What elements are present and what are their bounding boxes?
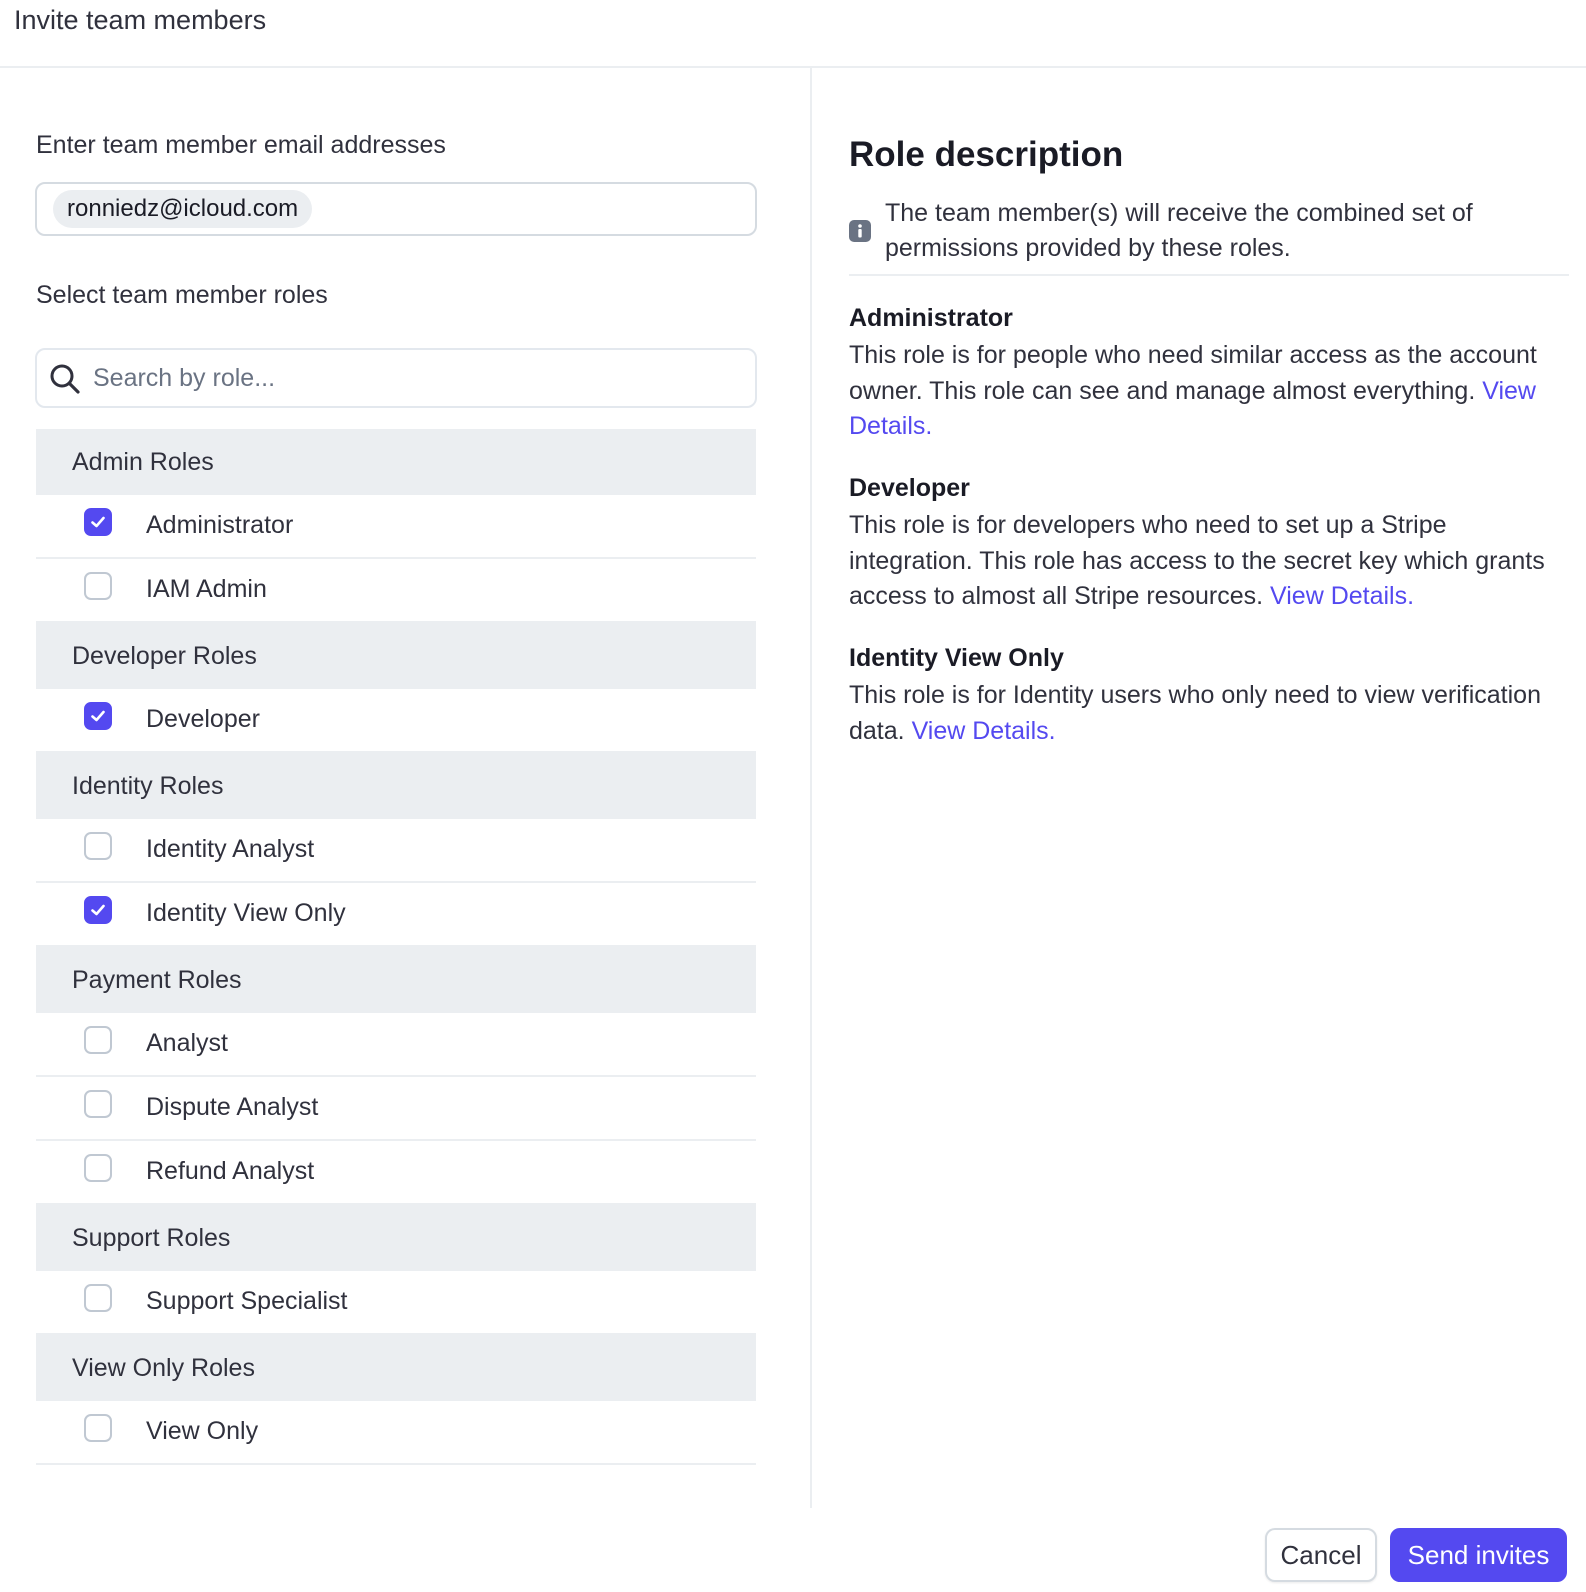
role-group-header: Identity Roles (36, 753, 756, 819)
role-checkbox[interactable] (84, 1284, 112, 1312)
role-option-row[interactable]: Identity Analyst (36, 819, 756, 883)
role-label: IAM Admin (146, 575, 267, 603)
cancel-button[interactable]: Cancel (1265, 1528, 1377, 1582)
role-checkbox[interactable] (84, 508, 112, 536)
role-option-row[interactable]: Developer (36, 689, 756, 753)
role-desc-developer: Developer This role is for developers wh… (849, 472, 1549, 615)
role-desc-name: Administrator (849, 304, 1013, 332)
role-label: Developer (146, 705, 260, 733)
role-option-row[interactable]: Dispute Analyst (36, 1077, 756, 1141)
email-field[interactable]: ronniedz@icloud.com (35, 182, 757, 236)
role-desc-administrator: Administrator This role is for people wh… (849, 302, 1549, 445)
role-option-row[interactable]: Support Specialist (36, 1271, 756, 1335)
role-label: Refund Analyst (146, 1157, 315, 1185)
role-checkbox[interactable] (84, 1414, 112, 1442)
role-group-header: Admin Roles (36, 429, 756, 495)
role-desc-text: This role is for developers who need to … (849, 511, 1545, 610)
search-icon (50, 364, 80, 394)
roles-label: Select team member roles (36, 281, 328, 309)
send-invites-button[interactable]: Send invites (1390, 1528, 1567, 1582)
role-checkbox[interactable] (84, 1090, 112, 1118)
email-chip[interactable]: ronniedz@icloud.com (53, 190, 313, 228)
view-details-link[interactable]: View Details. (912, 717, 1056, 745)
role-option-row[interactable]: Administrator (36, 495, 756, 559)
info-icon (849, 220, 871, 242)
role-description-panel: Role description The team member(s) will… (812, 68, 1586, 1508)
roles-list: Admin Roles Administrator IAM Admin Develop… (36, 429, 756, 1465)
role-option-row[interactable]: Refund Analyst (36, 1141, 756, 1205)
role-desc-identity-view-only: Identity View Only This role is for Iden… (849, 642, 1549, 749)
role-group-header: Payment Roles (36, 947, 756, 1013)
role-option-row[interactable]: View Only (36, 1401, 756, 1465)
role-label: View Only (146, 1417, 259, 1445)
role-label: Support Specialist (146, 1287, 348, 1315)
role-label: Analyst (146, 1029, 228, 1057)
role-group-header: Developer Roles (36, 623, 756, 689)
role-group-header: View Only Roles (36, 1335, 756, 1401)
role-label: Administrator (146, 511, 294, 539)
checkmark-icon (91, 516, 105, 528)
role-desc-name: Identity View Only (849, 644, 1064, 672)
modal-header: Invite team members (0, 0, 1586, 68)
role-option-row[interactable]: Analyst (36, 1013, 756, 1077)
checkmark-icon (91, 904, 105, 916)
email-label: Enter team member email addresses (36, 131, 446, 159)
checkmark-icon (91, 710, 105, 722)
role-label: Identity Analyst (146, 835, 315, 863)
role-option-row[interactable]: Identity View Only (36, 883, 756, 947)
role-desc-text: This role is for Identity users who only… (849, 681, 1541, 745)
modal-footer: Cancel Send invites (0, 1508, 1586, 1592)
role-search-box[interactable] (35, 348, 757, 408)
role-checkbox[interactable] (84, 572, 112, 600)
modal-title: Invite team members (14, 5, 267, 35)
role-checkbox[interactable] (84, 702, 112, 730)
role-search-input[interactable] (93, 358, 733, 398)
role-checkbox[interactable] (84, 1154, 112, 1182)
role-checkbox[interactable] (84, 1026, 112, 1054)
role-group-header: Support Roles (36, 1205, 756, 1271)
view-details-link[interactable]: View Details. (1270, 582, 1414, 610)
role-label: Dispute Analyst (146, 1093, 319, 1121)
info-text: The team member(s) will receive the comb… (885, 199, 1473, 262)
role-description-title: Role description (849, 135, 1124, 174)
info-note: The team member(s) will receive the comb… (849, 196, 1569, 276)
role-checkbox[interactable] (84, 896, 112, 924)
role-desc-text: This role is for people who need similar… (849, 341, 1537, 440)
invite-form-panel: Enter team member email addresses ronnie… (0, 68, 812, 1508)
role-label: Identity View Only (146, 899, 346, 927)
role-desc-name: Developer (849, 474, 970, 502)
role-option-row[interactable]: IAM Admin (36, 559, 756, 623)
role-checkbox[interactable] (84, 832, 112, 860)
